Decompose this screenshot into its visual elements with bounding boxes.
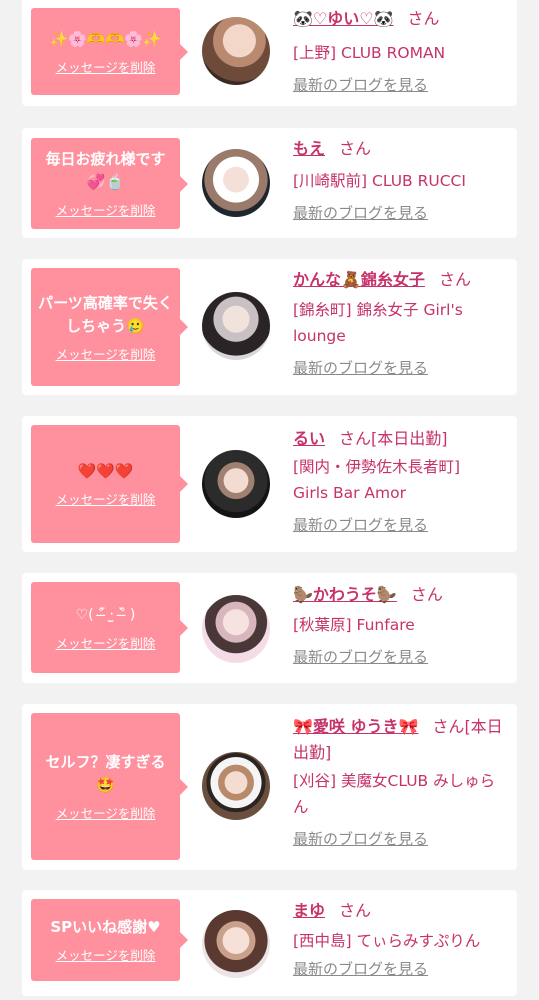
honorific: さん (339, 901, 372, 920)
message-card: 毎日お疲れ様です💞🍵 メッセージを削除 もえ さん [川崎駅前] CLUB RUC… (22, 128, 517, 238)
shop-name: [関内・伊勢佐木長者町] Girls Bar Amor (293, 458, 461, 502)
profile-info: 🎀愛咲 ゆうき🎀 さん[本日出勤] [刈谷] 美魔女CLUB みしゅらん 最新のブ… (293, 714, 515, 849)
cast-name-link[interactable]: まゆ (293, 901, 325, 920)
delete-message-link[interactable]: メッセージを削除 (56, 489, 156, 508)
honorific: さん (339, 139, 372, 158)
profile-info: るい さん[本日出勤] [関内・伊勢佐木長者町] Girls Bar Amor 最… (293, 426, 513, 535)
delete-message-link[interactable]: メッセージを削除 (56, 57, 156, 76)
latest-blog-link[interactable]: 最新のブログを見る (293, 958, 428, 979)
cast-name-link[interactable]: かんな🧸錦糸女子 (293, 270, 425, 289)
shop-name: [上野] CLUB ROMAN (293, 44, 446, 62)
shop-name: [刈谷] 美魔女CLUB みしゅらん (293, 772, 496, 816)
message-bubble: SPいいね感謝♥ メッセージを削除 (31, 899, 188, 981)
honorific: さん (410, 585, 443, 604)
honorific: さん (407, 9, 440, 28)
avatar[interactable] (202, 149, 270, 217)
delete-message-link[interactable]: メッセージを削除 (56, 803, 156, 822)
message-text: ❤️❤️❤️ (77, 462, 134, 480)
message-bubble: ❤️❤️❤️ メッセージを削除 (31, 425, 188, 543)
status-text: [本日出勤] (371, 429, 448, 448)
message-text: ✨🌸🫶🫶🌸✨ (49, 29, 162, 48)
message-card: ❤️❤️❤️ メッセージを削除 るい さん[本日出勤] [関内・伊勢佐木長者町] … (22, 416, 517, 552)
avatar[interactable] (202, 450, 270, 518)
profile-info: 🐼♡ゆい♡🐼 さん [上野] CLUB ROMAN 最新のブログを見る (293, 6, 513, 95)
latest-blog-link[interactable]: 最新のブログを見る (293, 646, 428, 667)
avatar[interactable] (202, 292, 270, 360)
message-text: SPいいね感謝♥ (50, 918, 161, 936)
latest-blog-link[interactable]: 最新のブログを見る (293, 357, 428, 378)
message-text: セルフ？凄すぎる🤩 (45, 753, 166, 794)
profile-info: かんな🧸錦糸女子 さん [錦糸町] 錦糸女子 Girl's lounge 最新のブ… (293, 267, 513, 378)
cast-name-link[interactable]: 🐼♡ゆい♡🐼 (293, 9, 394, 28)
message-bubble: セルフ？凄すぎる🤩 メッセージを削除 (31, 713, 188, 860)
message-card: セルフ？凄すぎる🤩 メッセージを削除 🎀愛咲 ゆうき🎀 さん[本日出勤] [刈谷]… (22, 704, 517, 870)
message-text: ♡( ˃̶᷇ ‧̫ ˂̶᷆ ) (75, 606, 136, 623)
latest-blog-link[interactable]: 最新のブログを見る (293, 514, 428, 535)
latest-blog-link[interactable]: 最新のブログを見る (293, 74, 428, 95)
shop-name: [川崎駅前] CLUB RUCCI (293, 172, 466, 190)
message-card: SPいいね感謝♥ メッセージを削除 まゆ さん [西中島] てぃらみすぷりん 最新… (22, 890, 517, 996)
cast-name-link[interactable]: 🎀愛咲 ゆうき🎀 (293, 717, 418, 736)
message-card: ♡( ˃̶᷇ ‧̫ ˂̶᷆ ) メッセージを削除 🦫かわうそ🦫 さん [秋葉原] … (22, 573, 517, 683)
profile-info: まゆ さん [西中島] てぃらみすぷりん 最新のブログを見る (293, 898, 515, 979)
cast-name-link[interactable]: もえ (293, 139, 325, 158)
delete-message-link[interactable]: メッセージを削除 (56, 633, 156, 652)
cast-name-link[interactable]: 🦫かわうそ🦫 (293, 585, 397, 604)
latest-blog-link[interactable]: 最新のブログを見る (293, 828, 428, 849)
shop-name: [西中島] てぃらみすぷりん (293, 932, 481, 950)
honorific: さん (432, 717, 465, 736)
message-bubble: 毎日お疲れ様です💞🍵 メッセージを削除 (31, 138, 188, 229)
message-bubble: ♡( ˃̶᷇ ‧̫ ˂̶᷆ ) メッセージを削除 (31, 582, 188, 673)
delete-message-link[interactable]: メッセージを削除 (56, 945, 156, 964)
message-text: パーツ高確率で失くしちゃう🥲 (38, 293, 173, 335)
message-card: ✨🌸🫶🫶🌸✨ メッセージを削除 🐼♡ゆい♡🐼 さん [上野] CLUB ROMAN… (22, 0, 517, 106)
message-text: 毎日お疲れ様です💞🍵 (45, 150, 166, 191)
message-bubble: パーツ高確率で失くしちゃう🥲 メッセージを削除 (31, 268, 188, 386)
shop-name: [秋葉原] Funfare (293, 616, 415, 634)
avatar[interactable] (202, 910, 270, 978)
profile-info: もえ さん [川崎駅前] CLUB RUCCI 最新のブログを見る (293, 136, 513, 223)
shop-name: [錦糸町] 錦糸女子 Girl's lounge (293, 301, 463, 345)
honorific: さん (438, 270, 471, 289)
delete-message-link[interactable]: メッセージを削除 (56, 200, 156, 219)
cast-name-link[interactable]: るい (293, 429, 325, 448)
avatar[interactable] (202, 752, 270, 820)
message-bubble: ✨🌸🫶🫶🌸✨ メッセージを削除 (31, 8, 188, 95)
delete-message-link[interactable]: メッセージを削除 (56, 344, 156, 363)
message-card: パーツ高確率で失くしちゃう🥲 メッセージを削除 かんな🧸錦糸女子 さん [錦糸町]… (22, 259, 517, 395)
honorific: さん (339, 429, 372, 448)
profile-info: 🦫かわうそ🦫 さん [秋葉原] Funfare 最新のブログを見る (293, 582, 513, 667)
latest-blog-link[interactable]: 最新のブログを見る (293, 202, 428, 223)
avatar[interactable] (202, 595, 270, 663)
avatar[interactable] (202, 17, 270, 85)
